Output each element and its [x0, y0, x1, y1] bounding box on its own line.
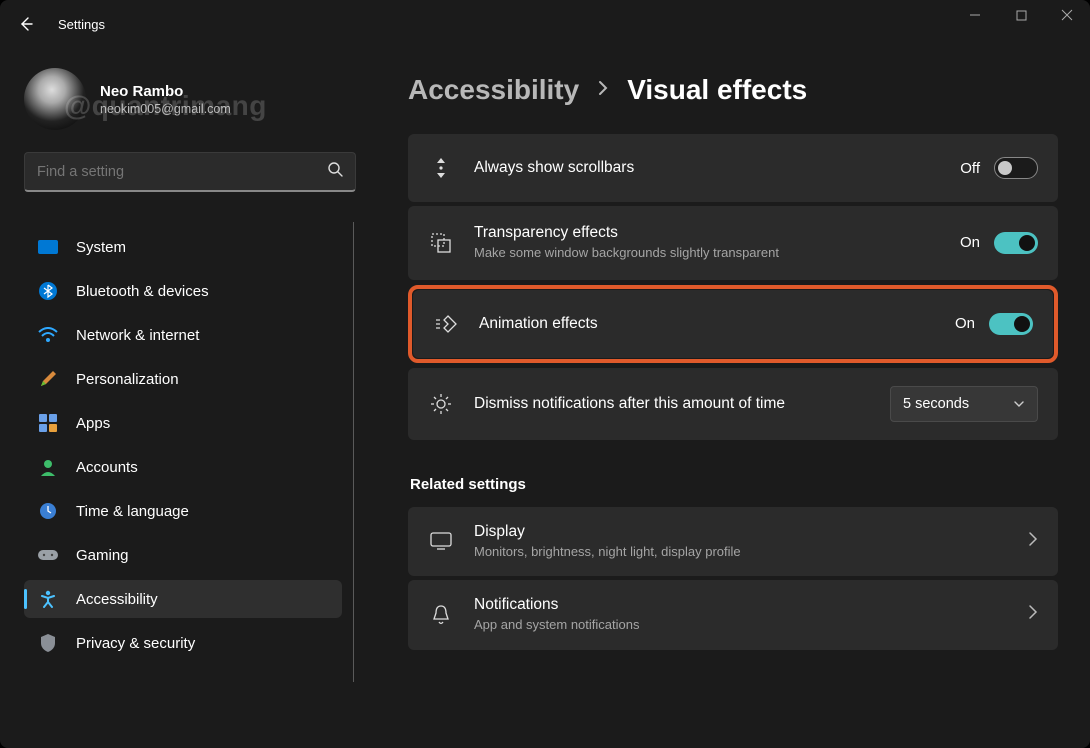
- titlebar: Settings: [0, 0, 1090, 48]
- chevron-right-icon: [597, 79, 609, 102]
- shield-icon: [38, 633, 58, 653]
- nav-label: Accessibility: [76, 591, 158, 608]
- apps-icon: [38, 413, 58, 433]
- wifi-icon: [38, 325, 58, 345]
- link-subtitle: Monitors, brightness, night light, displ…: [474, 543, 1008, 561]
- nav-item-accessibility[interactable]: Accessibility: [24, 580, 342, 618]
- profile-email: neokim005@gmail.com: [100, 102, 231, 116]
- setting-dismiss-notifications: Dismiss notifications after this amount …: [408, 368, 1058, 440]
- profile[interactable]: Neo Rambo neokim005@gmail.com @quantrima…: [24, 68, 360, 130]
- related-notifications[interactable]: Notifications App and system notificatio…: [408, 580, 1058, 650]
- nav-item-network[interactable]: Network & internet: [24, 316, 342, 354]
- link-title: Display: [474, 523, 1008, 541]
- breadcrumb: Accessibility Visual effects: [408, 74, 1058, 106]
- nav-item-accounts[interactable]: Accounts: [24, 448, 342, 486]
- profile-name: Neo Rambo: [100, 83, 231, 100]
- setting-title: Dismiss notifications after this amount …: [474, 395, 870, 413]
- breadcrumb-parent[interactable]: Accessibility: [408, 74, 579, 106]
- nav-item-apps[interactable]: Apps: [24, 404, 342, 442]
- transparency-icon: [428, 232, 454, 254]
- maximize-icon: [1016, 10, 1027, 21]
- nav-item-time-language[interactable]: Time & language: [24, 492, 342, 530]
- display-icon: [428, 532, 454, 550]
- brush-icon: [38, 369, 58, 389]
- system-icon: [38, 237, 58, 257]
- search-icon: [327, 161, 343, 182]
- link-subtitle: App and system notifications: [474, 616, 1008, 634]
- nav-label: Bluetooth & devices: [76, 283, 209, 300]
- nav-item-privacy[interactable]: Privacy & security: [24, 624, 342, 662]
- transparency-toggle[interactable]: [994, 232, 1038, 254]
- app-title: Settings: [58, 17, 105, 32]
- nav-label: Time & language: [76, 503, 189, 520]
- setting-transparency-effects: Transparency effects Make some window ba…: [408, 206, 1058, 280]
- related-display[interactable]: Display Monitors, brightness, night ligh…: [408, 507, 1058, 577]
- animation-toggle[interactable]: [989, 313, 1033, 335]
- related-settings-heading: Related settings: [410, 476, 1058, 493]
- setting-always-show-scrollbars: Always show scrollbars Off: [408, 134, 1058, 202]
- brightness-icon: [428, 393, 454, 415]
- link-title: Notifications: [474, 596, 1008, 614]
- toggle-state-label: On: [955, 315, 975, 332]
- highlight-animation-effects: Animation effects On: [408, 285, 1058, 363]
- close-button[interactable]: [1044, 0, 1090, 30]
- setting-subtitle: Make some window backgrounds slightly tr…: [474, 244, 854, 262]
- setting-title: Always show scrollbars: [474, 159, 940, 177]
- minimize-button[interactable]: [952, 0, 998, 30]
- nav-item-system[interactable]: System: [24, 228, 342, 266]
- maximize-button[interactable]: [998, 0, 1044, 30]
- nav-label: Accounts: [76, 459, 138, 476]
- nav-label: Gaming: [76, 547, 129, 564]
- nav-label: System: [76, 239, 126, 256]
- dismiss-time-dropdown[interactable]: 5 seconds: [890, 386, 1038, 422]
- body: Neo Rambo neokim005@gmail.com @quantrima…: [0, 48, 1090, 748]
- minimize-icon: [969, 9, 981, 21]
- arrow-left-icon: [18, 16, 34, 32]
- nav-item-personalization[interactable]: Personalization: [24, 360, 342, 398]
- nav-label: Personalization: [76, 371, 179, 388]
- main-content: Accessibility Visual effects Always show…: [360, 48, 1090, 748]
- search-box[interactable]: [24, 152, 356, 192]
- nav-item-gaming[interactable]: Gaming: [24, 536, 342, 574]
- chevron-right-icon: [1028, 531, 1038, 552]
- toggle-state-label: Off: [960, 160, 980, 177]
- breadcrumb-current: Visual effects: [627, 74, 807, 106]
- scrollbars-toggle[interactable]: [994, 157, 1038, 179]
- nav-label: Privacy & security: [76, 635, 195, 652]
- back-button[interactable]: [6, 4, 46, 44]
- sidebar: Neo Rambo neokim005@gmail.com @quantrima…: [0, 48, 360, 748]
- accessibility-icon: [38, 589, 58, 609]
- search-input[interactable]: [37, 164, 327, 180]
- setting-title: Animation effects: [479, 315, 935, 333]
- gamepad-icon: [38, 545, 58, 565]
- nav: System Bluetooth & devices Network & int…: [24, 222, 360, 748]
- scrollbar-icon: [428, 156, 454, 180]
- nav-scrollbar[interactable]: [353, 222, 355, 682]
- avatar: [24, 68, 86, 130]
- toggle-state-label: On: [960, 234, 980, 251]
- bluetooth-icon: [38, 281, 58, 301]
- dropdown-value: 5 seconds: [903, 396, 969, 412]
- nav-item-bluetooth[interactable]: Bluetooth & devices: [24, 272, 342, 310]
- bell-icon: [428, 604, 454, 626]
- close-icon: [1061, 9, 1073, 21]
- window-controls: [952, 0, 1090, 30]
- animation-icon: [433, 314, 459, 334]
- setting-animation-effects: Animation effects On: [413, 290, 1053, 358]
- setting-title: Transparency effects: [474, 224, 940, 242]
- nav-label: Network & internet: [76, 327, 199, 344]
- settings-window: Settings Neo Rambo neokim005@gmail.com @…: [0, 0, 1090, 748]
- chevron-down-icon: [1013, 396, 1025, 412]
- clock-globe-icon: [38, 501, 58, 521]
- chevron-right-icon: [1028, 604, 1038, 625]
- nav-label: Apps: [76, 415, 110, 432]
- person-icon: [38, 457, 58, 477]
